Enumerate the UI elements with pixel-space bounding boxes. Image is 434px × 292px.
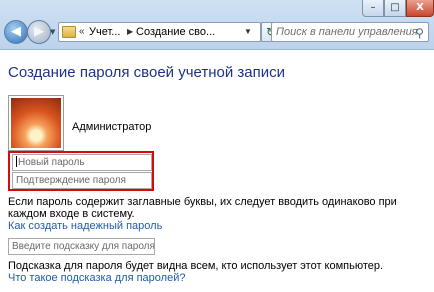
flower-avatar-image: [11, 98, 61, 148]
minimize-button[interactable]: –: [362, 0, 384, 17]
forward-arrow-icon: ▶: [34, 24, 44, 39]
password-hint-field[interactable]: Введите подсказку для пароля: [8, 238, 155, 255]
strong-password-link[interactable]: Как создать надежный пароль: [8, 220, 162, 232]
recent-pages-dropdown-icon[interactable]: ▼: [50, 28, 55, 36]
avatar: [8, 95, 64, 151]
breadcrumb-separator-icon[interactable]: ▶: [127, 23, 133, 41]
search-icon[interactable]: ⚲: [415, 24, 424, 41]
address-dropdown-icon[interactable]: ▼: [244, 23, 252, 41]
confirm-password-placeholder: Подтверждение пароля: [16, 175, 126, 186]
back-arrow-icon: ◀: [11, 24, 21, 39]
back-button[interactable]: ◀: [4, 20, 28, 44]
confirm-password-field[interactable]: Подтверждение пароля: [12, 172, 152, 189]
close-button[interactable]: X: [406, 0, 434, 17]
password-hint-placeholder: Введите подсказку для пароля: [12, 241, 155, 252]
caps-warning-text: Если пароль содержит заглавные буквы, их…: [8, 196, 397, 220]
search-input[interactable]: Поиск в панели управления ⚲: [271, 22, 429, 42]
text-cursor: [16, 156, 17, 167]
password-hint-help-link[interactable]: Что такое подсказка для паролей?: [8, 272, 185, 284]
maximize-button[interactable]: □: [384, 0, 406, 17]
address-bar[interactable]: « Учет... ▶ Создание сво... ▼: [58, 22, 261, 42]
new-password-field[interactable]: Новый пароль: [12, 154, 152, 171]
account-name: Администратор: [72, 121, 152, 133]
breadcrumb-user-accounts[interactable]: Учет...: [89, 23, 120, 41]
new-password-placeholder: Новый пароль: [18, 157, 85, 168]
search-placeholder: Поиск в панели управления: [276, 26, 418, 38]
hint-visibility-note: Подсказка для пароля будет видна всем, к…: [8, 260, 384, 272]
forward-button[interactable]: ▶: [27, 20, 51, 44]
breadcrumb-overflow-icon[interactable]: «: [79, 23, 85, 41]
breadcrumb-create-password[interactable]: Создание сво...: [136, 23, 215, 41]
control-panel-folder-icon: [62, 26, 76, 38]
page-title: Создание пароля своей учетной записи: [8, 64, 286, 81]
navigation-bar: – □ X ◀ ▶ ▼ « Учет... ▶ Создание сво... …: [0, 0, 434, 50]
